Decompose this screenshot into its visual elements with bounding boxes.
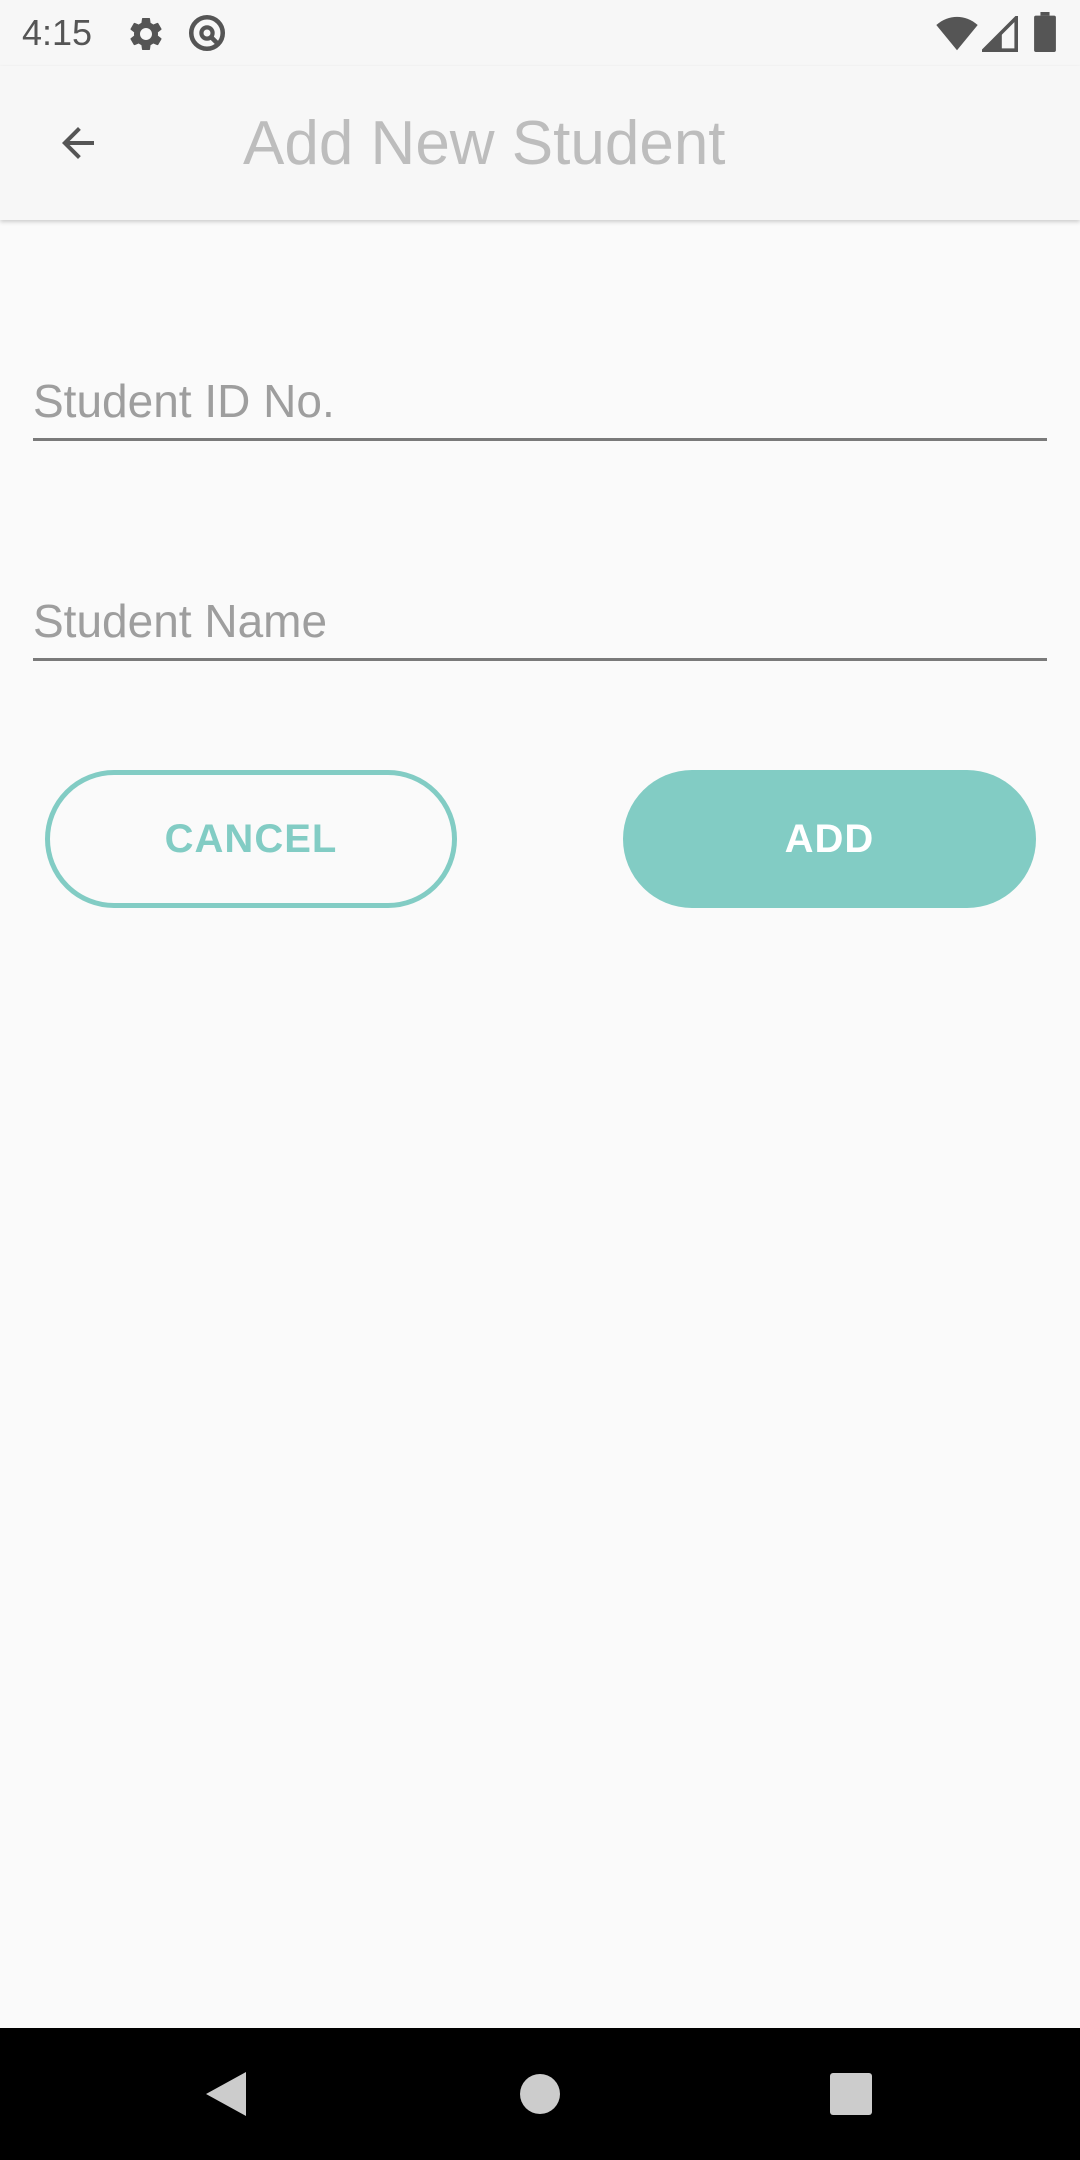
battery-icon	[1034, 12, 1056, 52]
arrow-back-icon	[62, 127, 94, 159]
cancel-button[interactable]: CANCEL	[45, 770, 457, 908]
cancel-button-label: CANCEL	[164, 816, 338, 861]
status-bar: 4:15	[0, 0, 1080, 66]
student-name-field	[33, 568, 1047, 661]
nav-back-button[interactable]	[181, 2054, 271, 2134]
page-title: Add New Student	[243, 109, 726, 178]
back-button[interactable]	[38, 111, 118, 175]
status-time: 4:15	[22, 12, 93, 53]
app-bar: Add New Student	[0, 66, 1080, 220]
wifi-icon	[936, 16, 978, 51]
add-button[interactable]: ADD	[623, 770, 1036, 908]
nav-recents-icon	[830, 2073, 872, 2115]
student-name-input[interactable]	[33, 594, 1047, 648]
settings-gear-icon	[130, 17, 162, 50]
add-button-label: ADD	[784, 816, 875, 861]
student-id-input[interactable]	[33, 374, 1047, 428]
nav-back-icon	[206, 2072, 246, 2116]
system-nav-bar	[0, 2028, 1080, 2160]
nav-home-icon	[520, 2074, 560, 2114]
nav-home-button[interactable]	[495, 2054, 585, 2134]
student-id-field	[33, 348, 1047, 441]
nav-recents-button[interactable]	[806, 2054, 896, 2134]
data-saver-icon	[188, 14, 226, 52]
cell-signal-icon	[982, 16, 1018, 52]
